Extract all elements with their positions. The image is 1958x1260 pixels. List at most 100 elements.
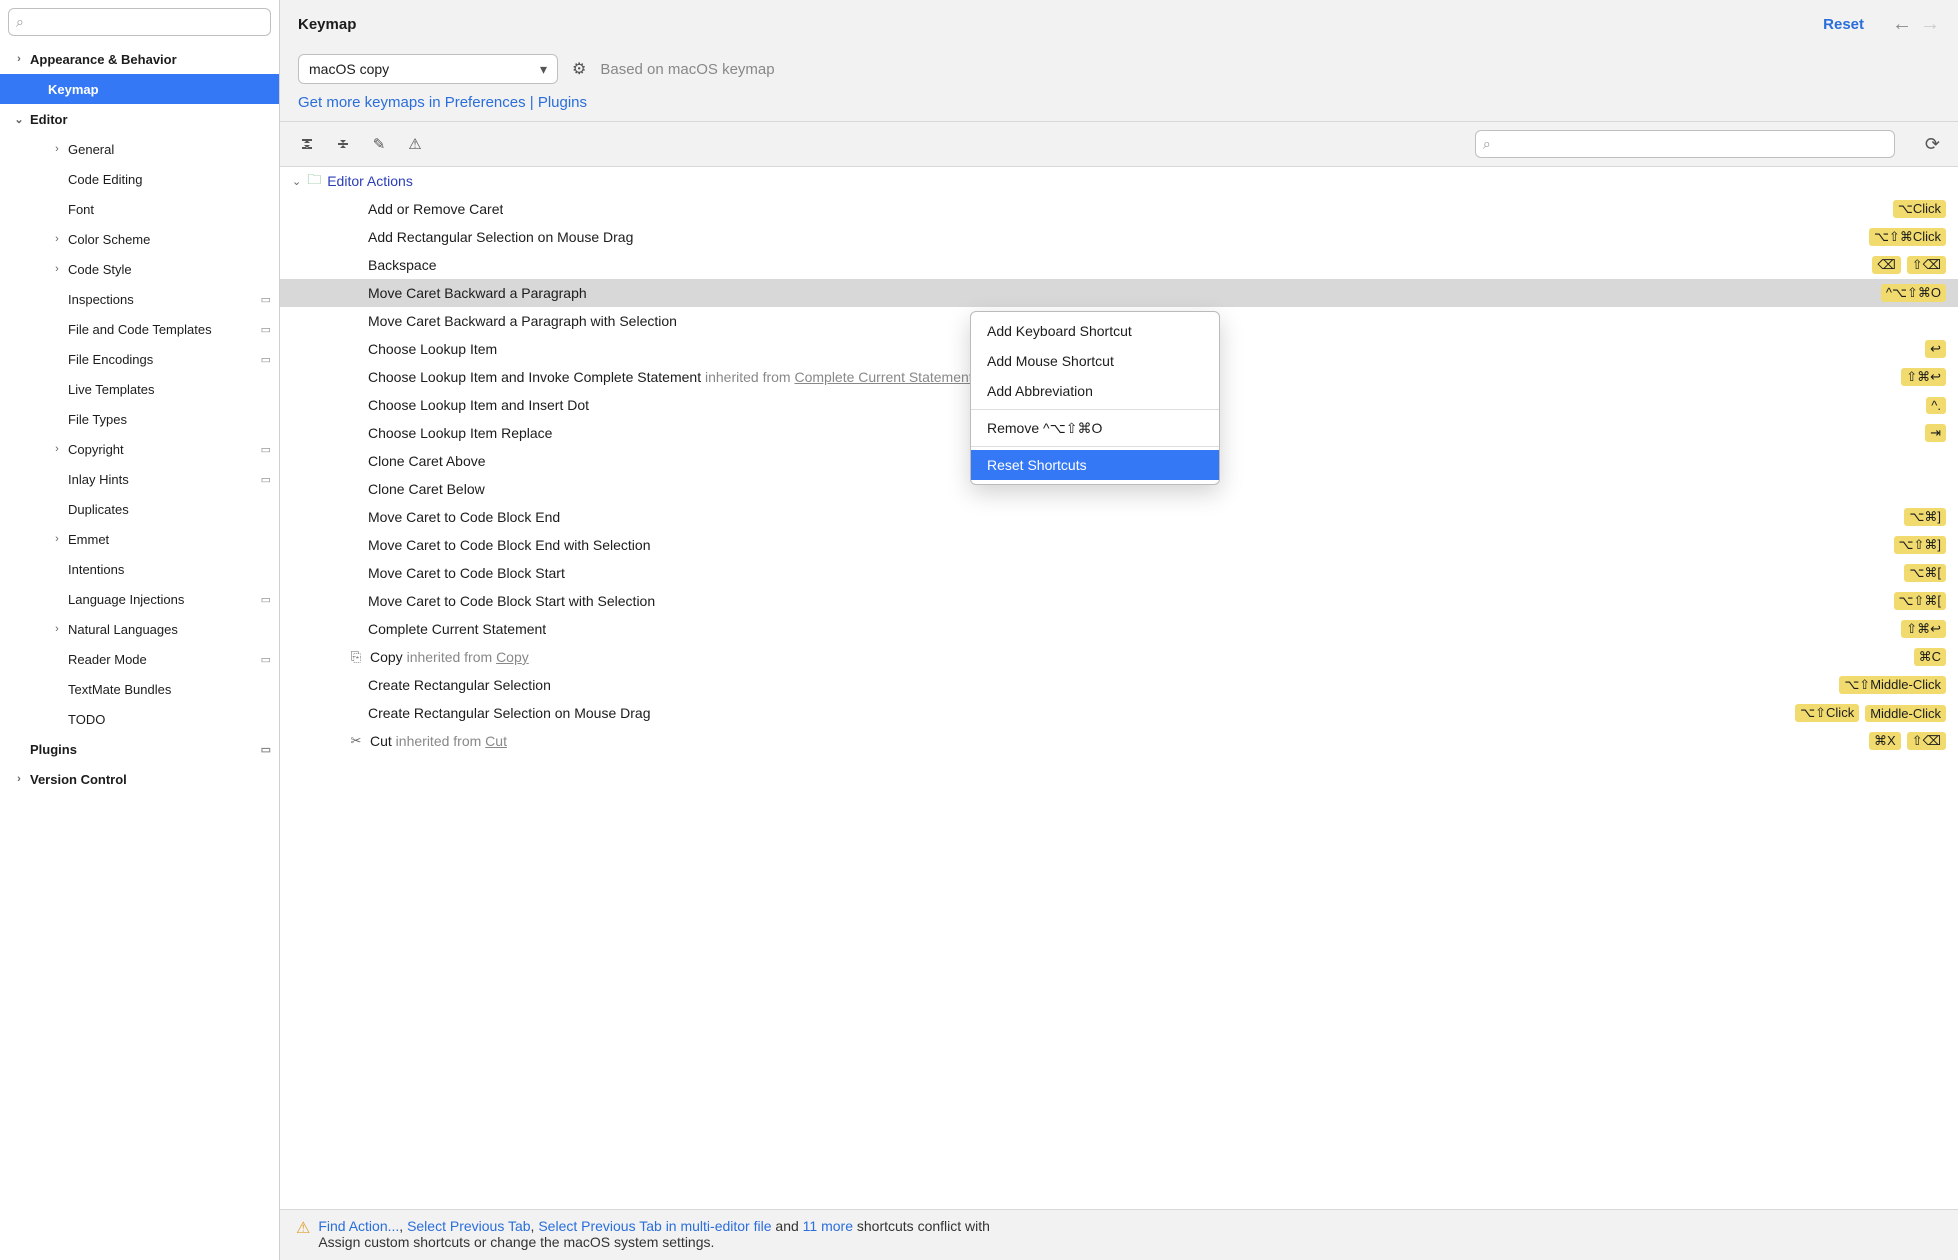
sidebar-item-general[interactable]: ›General xyxy=(0,134,279,164)
action-row[interactable]: Create Rectangular Selection on Mouse Dr… xyxy=(280,699,1958,727)
sidebar-item-label: Code Editing xyxy=(68,172,142,187)
action-row[interactable]: Complete Current Statement⇧⌘↩ xyxy=(280,615,1958,643)
sidebar-item-label: Keymap xyxy=(48,82,99,97)
shortcut-list: ⌥Click xyxy=(1893,200,1946,218)
action-row[interactable]: Create Rectangular Selection⌥⇧Middle-Cli… xyxy=(280,671,1958,699)
sidebar-item-code-style[interactable]: ›Code Style xyxy=(0,254,279,284)
sidebar-search-input[interactable] xyxy=(8,8,271,36)
shortcut-list: ⌥⇧⌘[ xyxy=(1894,592,1947,610)
sidebar-item-label: TextMate Bundles xyxy=(68,682,171,697)
conflict-link[interactable]: Select Previous Tab in multi-editor file xyxy=(538,1218,771,1234)
category-row[interactable]: ⌄ 🗀 Editor Actions xyxy=(280,167,1958,195)
sidebar-item-keymap[interactable]: Keymap xyxy=(0,74,279,104)
action-row[interactable]: Move Caret to Code Block End with Select… xyxy=(280,531,1958,559)
menu-item-reset-shortcuts[interactable]: Reset Shortcuts xyxy=(971,450,1219,480)
inherited-label: inherited from Cut xyxy=(392,733,507,749)
inherited-link[interactable]: Complete Current Statement xyxy=(794,369,972,385)
actions-search-input[interactable] xyxy=(1475,130,1895,158)
action-label: Move Caret to Code Block Start with Sele… xyxy=(368,593,655,609)
get-more-keymaps-link[interactable]: Get more keymaps in Preferences | Plugin… xyxy=(298,94,587,111)
conflict-more-link[interactable]: 11 more xyxy=(803,1218,853,1234)
main-panel: Keymap Reset ← → macOS copy ⚙ Based on m… xyxy=(280,0,1958,1260)
sidebar-item-code-editing[interactable]: Code Editing xyxy=(0,164,279,194)
keymap-select[interactable]: macOS copy xyxy=(298,54,558,84)
shortcut-badge: ⇧⌫ xyxy=(1907,256,1946,274)
sidebar-item-editor[interactable]: ⌄Editor xyxy=(0,104,279,134)
sidebar-item-version-control[interactable]: ›Version Control xyxy=(0,764,279,794)
sidebar-item-plugins[interactable]: Plugins▭ xyxy=(0,734,279,764)
collapse-all-icon[interactable] xyxy=(334,135,352,153)
chevron-icon: › xyxy=(12,773,26,785)
sidebar-item-font[interactable]: Font xyxy=(0,194,279,224)
menu-item-add-abbreviation[interactable]: Add Abbreviation xyxy=(971,376,1219,406)
conflict-link[interactable]: Select Previous Tab xyxy=(407,1218,530,1234)
expand-all-icon[interactable] xyxy=(298,135,316,153)
shortcut-badge: ^. xyxy=(1926,397,1946,414)
action-row[interactable]: Backspace⌫⇧⌫ xyxy=(280,251,1958,279)
sidebar-item-language-injections[interactable]: Language Injections▭ xyxy=(0,584,279,614)
action-row[interactable]: Move Caret to Code Block Start with Sele… xyxy=(280,587,1958,615)
shortcut-badge: Middle-Click xyxy=(1865,705,1946,722)
reset-button[interactable]: Reset xyxy=(1823,16,1864,33)
sidebar-item-appearance-behavior[interactable]: ›Appearance & Behavior xyxy=(0,44,279,74)
inherited-link[interactable]: Copy xyxy=(496,649,529,665)
shortcut-list: ⌥⌘] xyxy=(1904,508,1946,526)
inherited-link[interactable]: Cut xyxy=(485,733,507,749)
sidebar-item-color-scheme[interactable]: ›Color Scheme xyxy=(0,224,279,254)
sidebar-item-inlay-hints[interactable]: Inlay Hints▭ xyxy=(0,464,279,494)
sidebar-item-file-types[interactable]: File Types xyxy=(0,404,279,434)
conflict-footer: ⚠ Find Action..., Select Previous Tab, S… xyxy=(280,1209,1958,1260)
sidebar-item-intentions[interactable]: Intentions xyxy=(0,554,279,584)
sidebar-item-emmet[interactable]: ›Emmet xyxy=(0,524,279,554)
shortcut-list: ⌘C xyxy=(1914,648,1946,666)
action-label: Choose Lookup Item and Invoke Complete S… xyxy=(368,369,973,385)
action-label: Create Rectangular Selection on Mouse Dr… xyxy=(368,705,651,721)
menu-item-remove-o[interactable]: Remove ^⌥⇧⌘O xyxy=(971,413,1219,443)
keymap-gear-icon[interactable]: ⚙ xyxy=(572,59,586,79)
sidebar-item-live-templates[interactable]: Live Templates xyxy=(0,374,279,404)
shortcut-badge: ⌘C xyxy=(1914,648,1946,666)
sidebar-item-file-encodings[interactable]: File Encodings▭ xyxy=(0,344,279,374)
warning-icon[interactable]: ⚠ xyxy=(406,135,424,153)
action-row[interactable]: Move Caret Backward a Paragraph^⌥⇧⌘O xyxy=(280,279,1958,307)
action-label: Complete Current Statement xyxy=(368,621,546,637)
shortcut-list: ^⌥⇧⌘O xyxy=(1881,284,1946,302)
sidebar-item-textmate-bundles[interactable]: TextMate Bundles xyxy=(0,674,279,704)
action-row[interactable]: Move Caret to Code Block Start⌥⌘[ xyxy=(280,559,1958,587)
folder-icon: 🗀 xyxy=(307,169,321,193)
action-label: Create Rectangular Selection xyxy=(368,677,551,693)
action-row[interactable]: ✂Cut inherited from Cut⌘X⇧⌫ xyxy=(280,727,1958,755)
sidebar-item-inspections[interactable]: Inspections▭ xyxy=(0,284,279,314)
conflict-link[interactable]: Find Action... xyxy=(318,1218,399,1234)
inherited-label: inherited from Copy xyxy=(403,649,529,665)
context-menu: Add Keyboard ShortcutAdd Mouse ShortcutA… xyxy=(970,311,1220,485)
chevron-icon: › xyxy=(50,533,64,545)
chevron-down-icon: ⌄ xyxy=(292,175,301,188)
sidebar-item-todo[interactable]: TODO xyxy=(0,704,279,734)
shortcut-badge: ⌥⌘] xyxy=(1904,508,1946,526)
action-label: Clone Caret Above xyxy=(368,453,486,469)
shortcut-list: ⌥⇧ClickMiddle-Click xyxy=(1795,704,1946,722)
scope-icon: ▭ xyxy=(261,323,271,336)
menu-item-add-mouse-shortcut[interactable]: Add Mouse Shortcut xyxy=(971,346,1219,376)
shortcut-badge: ⌥⌘[ xyxy=(1904,564,1946,582)
sidebar-item-copyright[interactable]: ›Copyright▭ xyxy=(0,434,279,464)
action-row[interactable]: ⎘Copy inherited from Copy⌘C xyxy=(280,643,1958,671)
shortcut-badge: ⌥Click xyxy=(1893,200,1946,218)
sidebar-item-natural-languages[interactable]: ›Natural Languages xyxy=(0,614,279,644)
shortcut-badge: ⌥⇧⌘Click xyxy=(1869,228,1946,246)
menu-item-add-keyboard-shortcut[interactable]: Add Keyboard Shortcut xyxy=(971,316,1219,346)
actions-toolbar: ✎ ⚠ ⌕ ⟳ xyxy=(280,121,1958,167)
sidebar-item-file-and-code-templates[interactable]: File and Code Templates▭ xyxy=(0,314,279,344)
action-label: Choose Lookup Item xyxy=(368,341,497,357)
action-row[interactable]: Move Caret to Code Block End⌥⌘] xyxy=(280,503,1958,531)
action-row[interactable]: Add Rectangular Selection on Mouse Drag⌥… xyxy=(280,223,1958,251)
action-row[interactable]: Add or Remove Caret⌥Click xyxy=(280,195,1958,223)
sidebar-item-duplicates[interactable]: Duplicates xyxy=(0,494,279,524)
find-by-shortcut-icon[interactable]: ⟳ xyxy=(1925,134,1940,155)
sidebar-item-reader-mode[interactable]: Reader Mode▭ xyxy=(0,644,279,674)
edit-shortcut-icon[interactable]: ✎ xyxy=(370,135,388,153)
action-label: Cut inherited from Cut xyxy=(370,733,507,749)
sidebar-item-label: Code Style xyxy=(68,262,132,277)
back-button[interactable]: ← xyxy=(1892,13,1912,36)
